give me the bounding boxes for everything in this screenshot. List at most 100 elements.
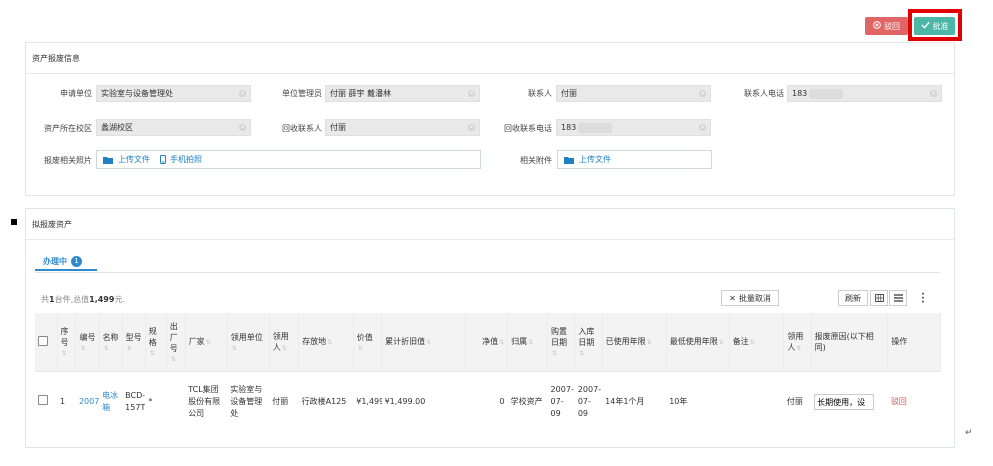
cell-net: 0 [465,370,508,433]
sort-icon: ⇅ [126,344,132,352]
close-circle-icon [873,21,881,31]
apply-unit-label: 申请单位 [60,89,92,98]
sort-icon: ⇅ [528,339,534,347]
phone-photo-button[interactable]: 手机拍照 [160,154,202,165]
col-header[interactable]: 价值⇅ [353,313,383,371]
more-options-icon[interactable]: · · · [920,291,926,308]
clear-icon: × [699,90,706,97]
select-all-checkbox[interactable] [35,313,58,371]
attachment-label: 相关附件 [520,156,552,165]
close-icon: ✕ [729,293,736,303]
cell-name-link[interactable]: 电冰箱 [99,370,123,433]
table-header-row: 序号⇅ 编号⇅ 名称⇅ 型号⇅ 规格⇅ 出厂号⇅ 厂家⇅ 领用单位⇅ 领用人⇅ … [35,313,941,371]
recycle-phone-field[interactable]: 183 × [556,119,711,136]
clear-icon: × [468,124,475,131]
cell-min-years: 10年 [666,370,730,433]
list-icon [893,294,903,302]
col-header[interactable]: 存放地⇅ [298,313,354,371]
col-header[interactable]: 规格⇅ [145,313,167,371]
clear-icon: × [468,90,475,97]
sort-icon: ⇅ [796,344,802,352]
info-panel-title: 资产报废信息 [26,43,954,74]
grid-view-button[interactable] [870,290,888,306]
col-header[interactable]: 编号⇅ [75,313,100,371]
sort-icon: ⇅ [170,355,176,363]
cell-index: 1 [57,370,76,433]
col-header[interactable]: 已使用年限⇅ [602,313,667,371]
upload-file-button[interactable]: 上传文件 [103,154,150,165]
recycle-contact-field[interactable]: 付丽 × [325,119,480,136]
campus-label: 资产所在校区 [44,124,92,133]
sort-icon: ⇅ [426,339,432,347]
cell-maker: TCL集团股份有限公司 [185,370,228,433]
contact-phone-field[interactable]: 183 × [787,85,942,102]
batch-cancel-button[interactable]: ✕ 批量取消 [721,290,779,306]
reject-label: 驳回 [884,21,900,31]
count-badge: 1 [71,255,82,267]
row-checkbox[interactable] [35,370,58,433]
campus-field[interactable]: 蠡湖校区 × [96,119,251,136]
clear-icon: × [239,90,246,97]
col-header[interactable]: 出厂号⇅ [166,313,186,371]
col-header[interactable]: 序号⇅ [57,313,77,371]
return-mark-icon: ↵ [965,428,973,438]
col-header[interactable]: 最低使用年限⇅ [666,313,730,371]
apply-unit-field[interactable]: 实验室与设备管理处 × [96,85,251,102]
scrap-reason-input[interactable] [814,394,875,411]
col-header[interactable]: 名称⇅ [99,313,123,371]
folder-icon [103,156,113,164]
sort-icon: ⇅ [646,339,652,347]
cell-user: 付丽 [269,370,299,433]
cell-receiver: 付丽 [783,370,812,433]
summary-text: 共1台件,总值1,499元. [41,295,125,304]
redacted-block [809,88,844,99]
unit-manager-label: 单位管理员 [282,89,322,98]
cell-reason [811,370,888,433]
sort-icon: ⇅ [149,350,155,358]
list-view-button[interactable] [889,290,907,306]
photos-upload-box: 上传文件 手机拍照 [96,150,481,169]
cell-model: BCD-157TD [122,370,146,433]
sort-icon: ⇅ [80,344,86,352]
attachment-upload-button[interactable]: 上传文件 [564,154,611,165]
col-header[interactable]: 累计折旧值⇅ [381,313,467,371]
redacted-block [578,122,613,133]
col-header[interactable]: 入库日期⇅ [574,313,603,371]
col-header[interactable]: 型号⇅ [122,313,146,371]
attachment-upload-box: 上传文件 [557,150,712,169]
col-header[interactable]: 领用人⇅ [269,313,300,371]
col-header[interactable]: 领用单位⇅ [227,313,270,371]
unit-manager-field[interactable]: 付丽 薛宇 戴潘林 × [325,85,480,102]
cell-spec: * [145,370,167,433]
contact-phone-label: 联系人电话 [744,89,784,98]
col-header[interactable]: 领用人⇅ [783,313,812,371]
col-header[interactable]: 备注⇅ [729,313,785,371]
sort-icon: ⇅ [749,339,755,347]
cell-remark [729,370,784,433]
reject-button[interactable]: 驳回 [865,17,908,35]
refresh-button[interactable]: 刷新 [838,290,868,306]
col-header[interactable]: 厂家⇅ [185,313,228,371]
recycle-contact-label: 回收联系人 [282,124,322,133]
cell-owner: 学校资产 [507,370,548,433]
cell-depreciation: ¥1,499.00 [381,370,466,433]
cell-unit: 实验室与设备管理处 [227,370,270,433]
col-header: 操作 [887,313,941,371]
col-header[interactable]: 净值⇅ [465,313,509,371]
photos-label: 报废相关照片 [44,156,92,165]
contact-field[interactable]: 付丽 × [556,85,711,102]
cell-code-link[interactable]: 20072463 [75,370,100,433]
row-reject-link[interactable]: 驳回 [887,370,941,433]
col-header[interactable]: 归属⇅ [507,313,549,371]
sort-icon: ⇅ [579,350,585,358]
cell-used-years: 14年1个月 [602,370,667,433]
tab-processing[interactable]: 办理中 1 [35,253,97,271]
mobile-phone-icon [160,155,166,164]
sort-icon: ⇅ [552,350,558,358]
table-row[interactable]: 1 20072463 电冰箱 BCD-157TD * TCL集团股份有限公司 实… [35,370,941,433]
col-header[interactable]: 报废原因(以下相同) [811,313,889,371]
tab-underline [35,272,940,273]
col-header[interactable]: 购置日期⇅ [547,313,576,371]
approve-button[interactable]: 批准 [914,17,955,35]
cell-value: ¥1,499.00 [353,370,382,433]
